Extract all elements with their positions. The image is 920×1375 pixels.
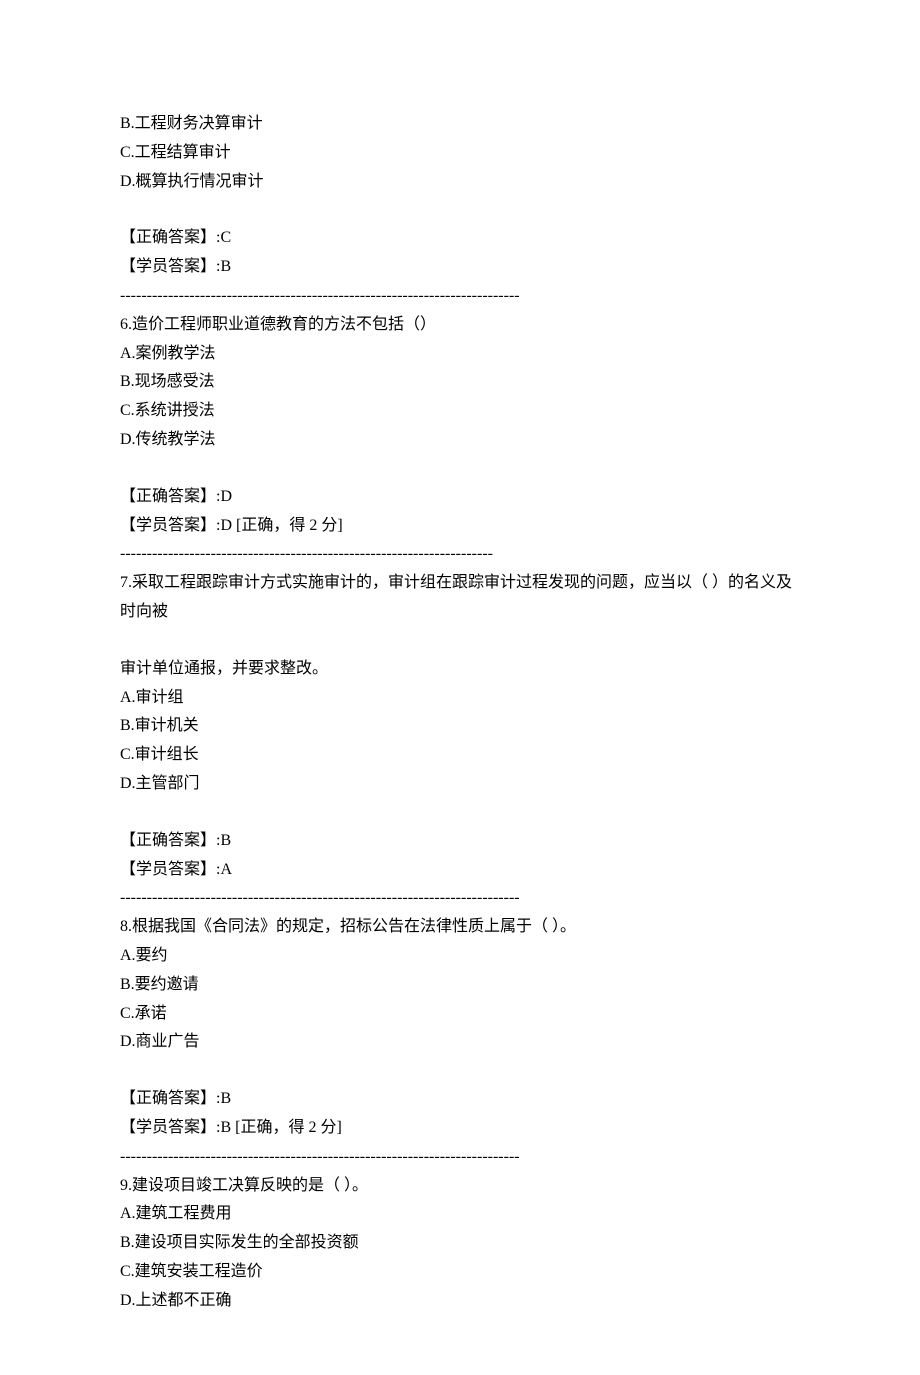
correct-answer-value: C [220, 229, 231, 246]
student-answer-value: A [220, 861, 232, 878]
student-answer-label: 【学员答案】: [120, 517, 220, 534]
option-c: C.工程结算审计 [120, 139, 800, 168]
blank-line [120, 627, 800, 655]
option-a: A.建筑工程费用 [120, 1200, 800, 1229]
spacer [120, 196, 800, 224]
correct-answer-label: 【正确答案】: [120, 488, 220, 505]
question-block-7: 7.采取工程跟踪审计方式实施审计的，审计组在跟踪审计过程发现的问题，应当以（ ）… [120, 569, 800, 913]
answer-section: 【正确答案】:B 【学员答案】:A [120, 827, 800, 885]
student-answer-label: 【学员答案】: [120, 258, 220, 275]
student-answer-value: D [220, 517, 232, 534]
question-stem-line: 6.造价工程师职业道德教育的方法不包括（） [120, 311, 800, 340]
correct-answer-label: 【正确答案】: [120, 229, 220, 246]
correct-answer-line: 【正确答案】:B [120, 1085, 800, 1114]
divider: ----------------------------------------… [120, 282, 800, 311]
correct-answer-label: 【正确答案】: [120, 832, 220, 849]
question-stem: 造价工程师职业道德教育的方法不包括（） [132, 316, 436, 333]
question-stem-line: 9.建设项目竣工决算反映的是（ ）。 [120, 1172, 800, 1201]
question-stem-line: 8.根据我国《合同法》的规定，招标公告在法律性质上属于（ ）。 [120, 913, 800, 942]
student-answer-value: B [220, 1119, 231, 1136]
correct-answer-value: D [220, 488, 232, 505]
option-b: B.工程财务决算审计 [120, 110, 800, 139]
student-answer-line: 【学员答案】:A [120, 856, 800, 885]
option-a: A.案例教学法 [120, 340, 800, 369]
option-c: C.承诺 [120, 1000, 800, 1029]
question-number: 8. [120, 918, 132, 935]
option-d: D.传统教学法 [120, 426, 800, 455]
question-stem-line: 7.采取工程跟踪审计方式实施审计的，审计组在跟踪审计过程发现的问题，应当以（ ）… [120, 569, 800, 627]
question-extra-paragraph: 审计单位通报，并要求整改。 [120, 655, 800, 684]
student-answer-label: 【学员答案】: [120, 861, 220, 878]
student-answer-value: B [220, 258, 231, 275]
option-d: D.概算执行情况审计 [120, 168, 800, 197]
student-answer-label: 【学员答案】: [120, 1119, 220, 1136]
question-stem: 采取工程跟踪审计方式实施审计的，审计组在跟踪审计过程发现的问题，应当以（ ）的名… [120, 574, 792, 620]
student-answer-line: 【学员答案】:D [正确，得 2 分] [120, 512, 800, 541]
option-b: B.要约邀请 [120, 971, 800, 1000]
divider: ----------------------------------------… [120, 540, 800, 569]
correct-answer-line: 【正确答案】:C [120, 224, 800, 253]
option-c: C.系统讲授法 [120, 397, 800, 426]
correct-answer-line: 【正确答案】:B [120, 827, 800, 856]
option-b: B.建设项目实际发生的全部投资额 [120, 1229, 800, 1258]
answer-section: 【正确答案】:B 【学员答案】:B [正确，得 2 分] [120, 1085, 800, 1143]
student-answer-line: 【学员答案】:B [正确，得 2 分] [120, 1114, 800, 1143]
option-b: B.现场感受法 [120, 368, 800, 397]
answer-section: 【正确答案】:D 【学员答案】:D [正确，得 2 分] [120, 483, 800, 541]
correct-answer-value: B [220, 1090, 231, 1107]
answer-section: 【正确答案】:C 【学员答案】:B [120, 224, 800, 282]
correct-answer-value: B [220, 832, 231, 849]
correct-answer-label: 【正确答案】: [120, 1090, 220, 1107]
student-answer-line: 【学员答案】:B [120, 253, 800, 282]
option-a: A.审计组 [120, 684, 800, 713]
question-stem: 根据我国《合同法》的规定，招标公告在法律性质上属于（ ）。 [132, 918, 576, 935]
question-number: 7. [120, 574, 132, 591]
option-b: B.审计机关 [120, 712, 800, 741]
question-block-9: 9.建设项目竣工决算反映的是（ ）。 A.建筑工程费用 B.建设项目实际发生的全… [120, 1172, 800, 1316]
question-number: 9. [120, 1177, 132, 1194]
question-stem: 建设项目竣工决算反映的是（ ）。 [132, 1177, 368, 1194]
question-block-6: 6.造价工程师职业道德教育的方法不包括（） A.案例教学法 B.现场感受法 C.… [120, 311, 800, 569]
option-c: C.审计组长 [120, 741, 800, 770]
result-note: [正确，得 2 分] [231, 1119, 342, 1136]
question-number: 6. [120, 316, 132, 333]
option-c: C.建筑安装工程造价 [120, 1258, 800, 1287]
option-d: D.商业广告 [120, 1028, 800, 1057]
question-block-5: B.工程财务决算审计 C.工程结算审计 D.概算执行情况审计 【正确答案】:C … [120, 110, 800, 311]
blank-line [120, 455, 800, 483]
divider: ----------------------------------------… [120, 1143, 800, 1172]
spacer [120, 1057, 800, 1085]
divider: ----------------------------------------… [120, 884, 800, 913]
blank-line [120, 799, 800, 827]
option-d: D.主管部门 [120, 770, 800, 799]
correct-answer-line: 【正确答案】:D [120, 483, 800, 512]
result-note: [正确，得 2 分] [232, 517, 343, 534]
question-block-8: 8.根据我国《合同法》的规定，招标公告在法律性质上属于（ ）。 A.要约 B.要… [120, 913, 800, 1171]
option-a: A.要约 [120, 942, 800, 971]
option-d: D.上述都不正确 [120, 1287, 800, 1316]
